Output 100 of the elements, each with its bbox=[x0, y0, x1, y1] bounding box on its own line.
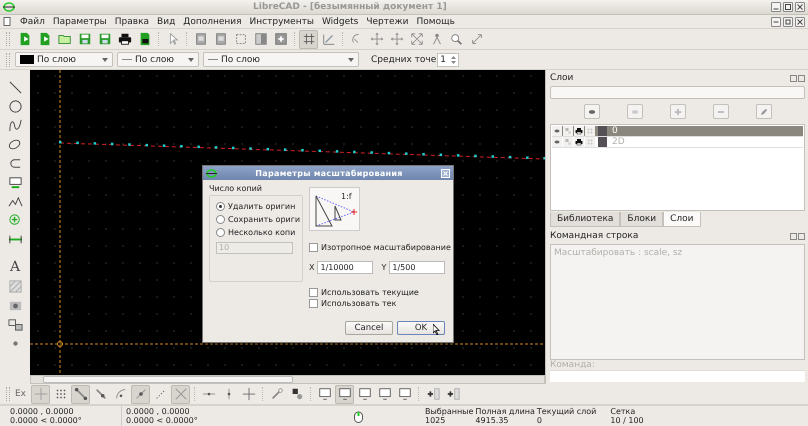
monitor-icon bbox=[318, 387, 332, 401]
caret-icon bbox=[348, 58, 354, 62]
plus-icon bbox=[672, 106, 682, 117]
color-dropdown[interactable]: По слою bbox=[15, 52, 113, 67]
horizontal-scrollbar[interactable] bbox=[30, 375, 545, 384]
grid-button[interactable] bbox=[299, 30, 318, 48]
relative-zero-icon bbox=[270, 387, 284, 401]
layer-row[interactable]: 0 bbox=[552, 126, 803, 138]
checkbox-label: Изотропное масштабирование bbox=[321, 243, 451, 252]
grid-icon bbox=[302, 32, 316, 46]
point-icon bbox=[12, 340, 18, 346]
checkbox-label: Использовать тек bbox=[321, 299, 396, 308]
polyline-icon bbox=[8, 194, 22, 208]
insert-block-icon bbox=[426, 387, 440, 401]
line-point-icon bbox=[94, 387, 108, 401]
eye-button[interactable] bbox=[584, 104, 600, 120]
radio-button[interactable] bbox=[216, 215, 225, 224]
layer-filter-field[interactable] bbox=[550, 86, 805, 100]
status-value: 4915.35 bbox=[475, 416, 510, 425]
line-width-dropdown[interactable]: По слою bbox=[117, 52, 199, 67]
status-value: 10 / 100 bbox=[610, 416, 644, 425]
caret-icon bbox=[188, 58, 194, 62]
command-input[interactable] bbox=[550, 370, 805, 382]
float-icon[interactable] bbox=[790, 232, 797, 240]
blocks-icon bbox=[8, 316, 22, 332]
color-swatch bbox=[20, 55, 34, 64]
line-type-dropdown[interactable]: По слою bbox=[203, 52, 359, 67]
text-tool-button[interactable]: A bbox=[5, 258, 25, 276]
expand-arrows-icon bbox=[410, 32, 424, 46]
y-scale-field[interactable]: 1/500 bbox=[389, 261, 446, 274]
menu-item[interactable]: Дополнения bbox=[183, 16, 242, 26]
copies-group-label: Число копий bbox=[209, 184, 263, 193]
status-label: Полная длина bbox=[475, 407, 535, 416]
hatch-icon bbox=[8, 278, 22, 294]
document-icon[interactable] bbox=[3, 17, 12, 26]
new-file-icon bbox=[38, 32, 52, 46]
pencil-button[interactable] bbox=[756, 104, 772, 120]
radio-button[interactable] bbox=[216, 202, 225, 211]
absolute-coordinates: 0.0000 , 0.0000 bbox=[10, 407, 75, 416]
checkbox[interactable] bbox=[309, 288, 318, 297]
checkbox[interactable] bbox=[309, 243, 318, 252]
pencil-icon bbox=[758, 106, 768, 117]
move-arrows-icon bbox=[390, 32, 404, 46]
layer-color-swatch bbox=[598, 137, 607, 148]
minimize-icon[interactable] bbox=[771, 16, 781, 26]
circle-icon bbox=[8, 98, 22, 114]
menu-item[interactable]: Правка bbox=[114, 16, 150, 26]
menu-item[interactable]: Widgets bbox=[322, 16, 358, 26]
midpoints-spinbox[interactable]: 1 bbox=[437, 52, 460, 66]
menu-item[interactable]: Помощь bbox=[416, 16, 455, 26]
layers-title: Слои bbox=[550, 73, 574, 84]
history-line: Масштабировать : scale, sz bbox=[554, 248, 682, 258]
line-midpoint-icon bbox=[134, 387, 148, 401]
menu-item[interactable]: Вид bbox=[157, 16, 176, 26]
x-scale-field[interactable]: 1/10000 bbox=[317, 261, 374, 274]
restore-icon[interactable] bbox=[783, 16, 793, 26]
dialog-title: Параметры масштабирования bbox=[254, 168, 404, 178]
dock-tab[interactable]: Блоки bbox=[620, 212, 664, 227]
dock-tab[interactable]: Библиотека bbox=[550, 212, 620, 227]
insert-block-icon bbox=[446, 387, 460, 401]
dialog-button[interactable]: Cancel bbox=[345, 321, 393, 335]
checkbox[interactable] bbox=[309, 299, 318, 308]
absolute-coordinates: 0.0000 , 0.0000 bbox=[126, 407, 191, 416]
menu-item[interactable]: Параметры bbox=[52, 16, 107, 26]
maximize-icon[interactable] bbox=[783, 2, 793, 12]
x-label: X bbox=[309, 263, 314, 272]
dock-tab[interactable]: Слои bbox=[663, 212, 701, 227]
layer-name: 0 bbox=[611, 126, 618, 136]
line-endpoints-button[interactable] bbox=[71, 384, 90, 404]
status-value: 0 bbox=[536, 416, 544, 425]
radio-button[interactable] bbox=[216, 228, 225, 237]
menu-item[interactable]: Файл bbox=[20, 16, 45, 26]
app-icon bbox=[206, 168, 217, 178]
line-midpoint-button[interactable] bbox=[131, 384, 150, 404]
close-icon[interactable] bbox=[795, 2, 805, 12]
angle-ruler-icon bbox=[322, 32, 336, 46]
print-preview-icon bbox=[138, 32, 152, 46]
menu-item[interactable]: Чертежи bbox=[366, 16, 409, 26]
dimension-icon bbox=[8, 174, 22, 190]
ellipse-icon bbox=[8, 136, 22, 152]
radio-label: Сохранить ориги bbox=[228, 215, 300, 224]
panel-icon bbox=[254, 32, 268, 46]
document-icon bbox=[214, 32, 228, 46]
spline-icon bbox=[8, 118, 22, 132]
folder-icon bbox=[58, 32, 72, 46]
intersection-button[interactable] bbox=[171, 384, 190, 404]
exclusive-snap-label[interactable]: Ex bbox=[15, 389, 26, 399]
midpoints-label: Средних точе bbox=[371, 54, 436, 64]
monitor-icon bbox=[378, 387, 392, 401]
line-endpoints-icon bbox=[74, 387, 88, 401]
line-icon bbox=[8, 80, 22, 94]
minimize-icon[interactable] bbox=[771, 2, 781, 12]
layer-color-swatch bbox=[598, 126, 607, 136]
close-icon[interactable] bbox=[795, 16, 805, 26]
float-icon[interactable] bbox=[790, 74, 797, 82]
monitor-button[interactable] bbox=[335, 384, 354, 404]
dialog-button[interactable]: OK bbox=[397, 321, 445, 335]
menu-item[interactable]: Инструменты bbox=[250, 16, 314, 26]
mouse-icon bbox=[354, 410, 363, 422]
origin-marker-icon bbox=[57, 341, 63, 347]
